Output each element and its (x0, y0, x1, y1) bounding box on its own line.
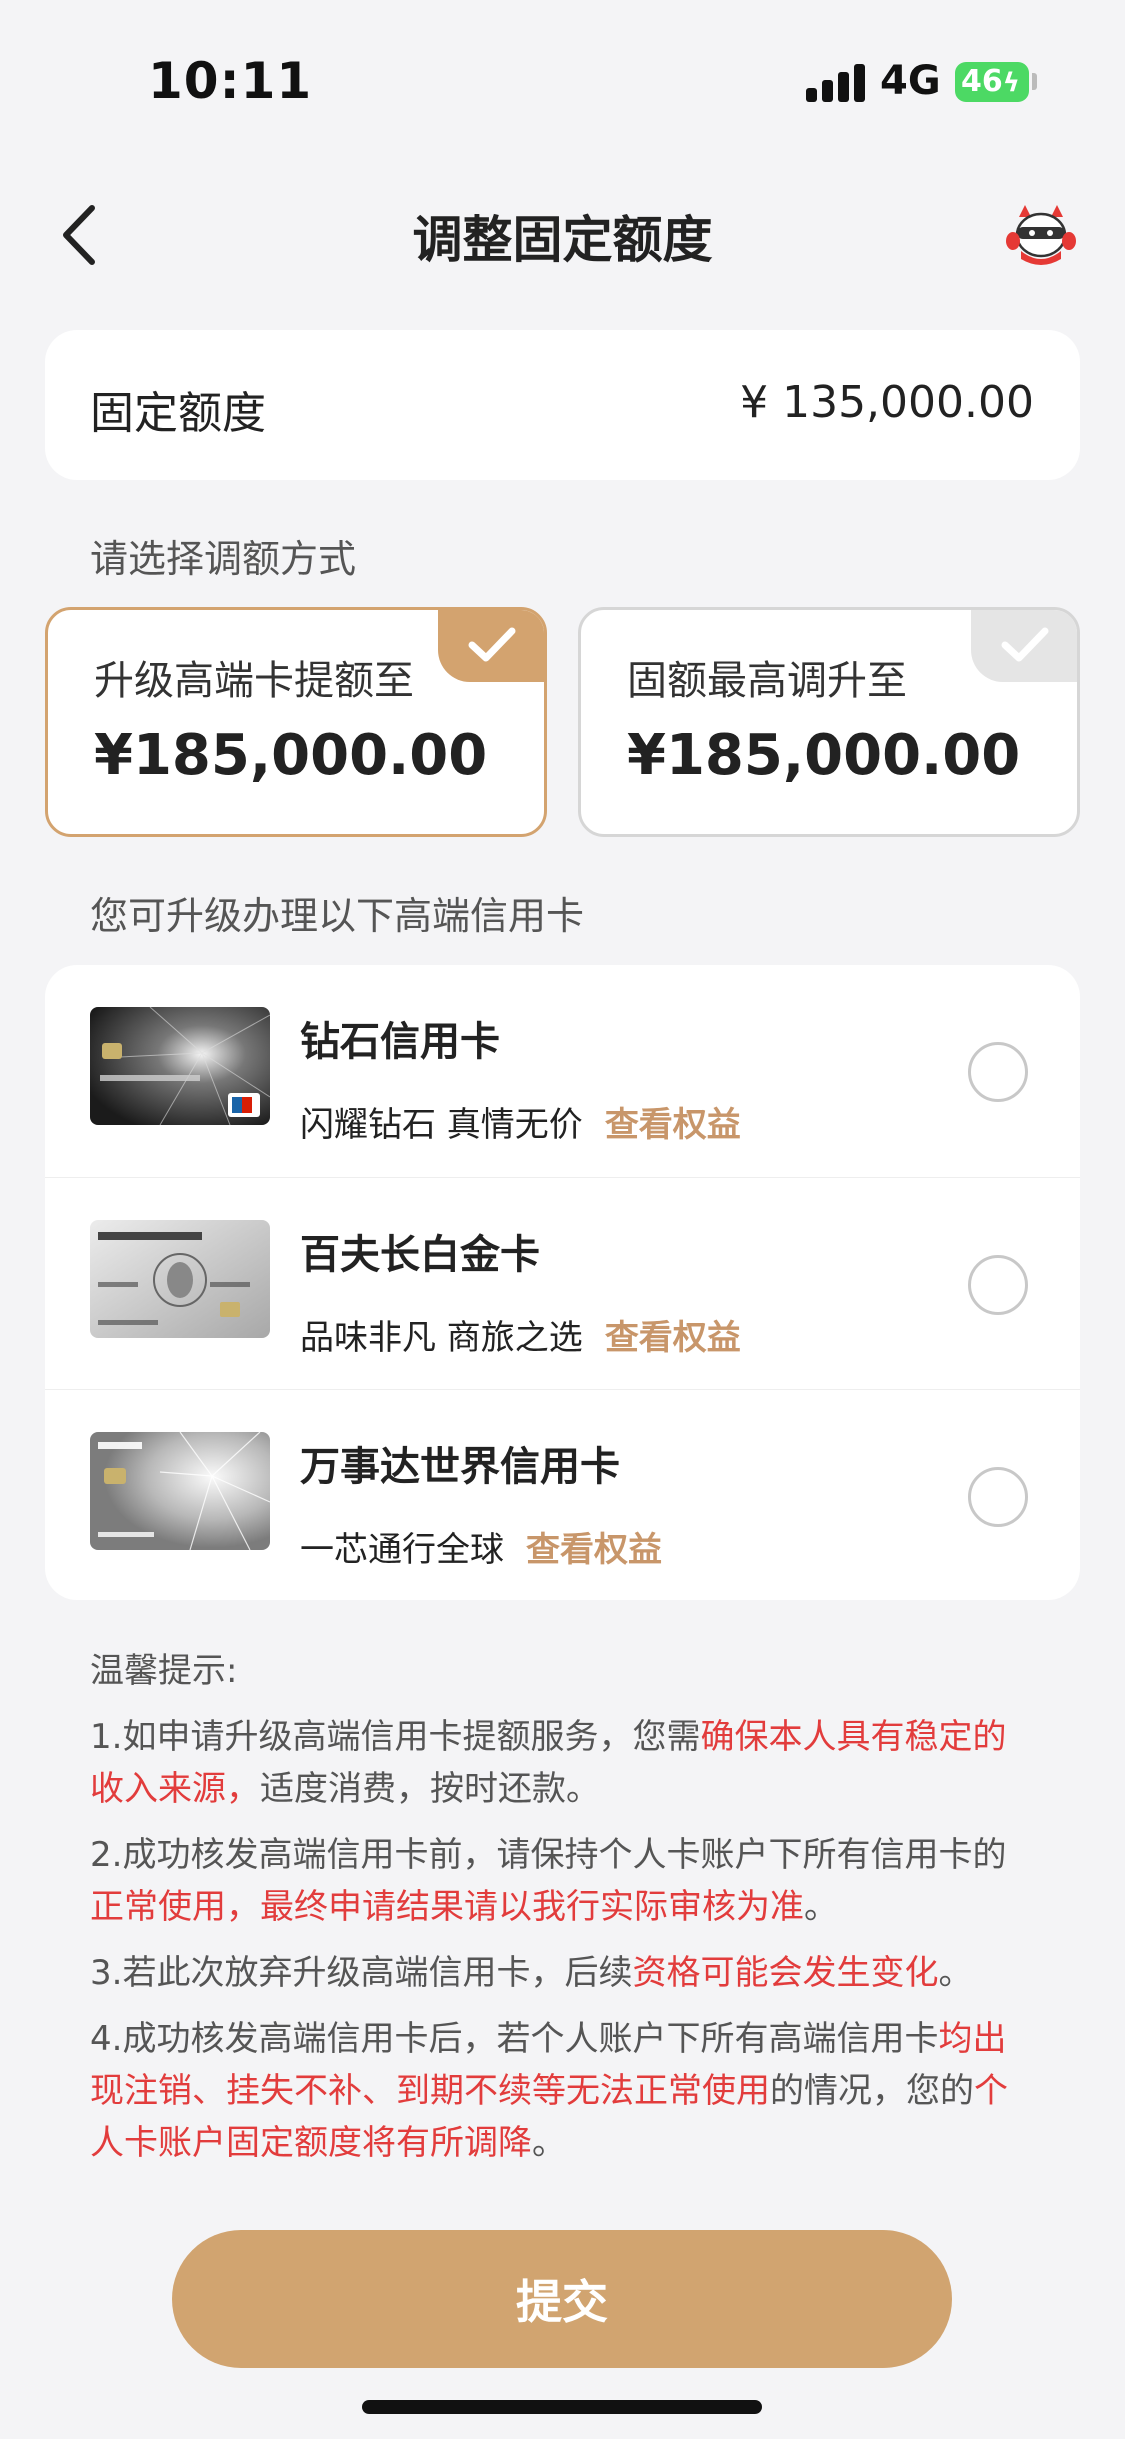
page: 10:11 4G 46ϟ 调整固定额度 固定额度 ¥ 135,000.00 请选… (0, 0, 1125, 2439)
view-benefits-link[interactable]: 查看权益 (605, 1105, 741, 1145)
tips: 温馨提示: 1.如申请升级高端信用卡提额服务，您需确保本人具有稳定的收入来源，适… (90, 1645, 1035, 2183)
card-slogan: 闪耀钻石 真情无价 (300, 1105, 583, 1145)
view-benefits-link[interactable]: 查看权益 (605, 1318, 741, 1358)
check-icon (1001, 627, 1049, 662)
option-value: ¥185,000.00 (627, 723, 1021, 788)
card-slogan: 一芯通行全球 (300, 1530, 504, 1570)
check-icon (468, 627, 516, 662)
tip-text: 3.若此次放弃升级高端信用卡，后续 (90, 1953, 633, 1993)
chevron-left-icon (63, 205, 95, 265)
tip-text: 。 (532, 2123, 566, 2163)
option-upgrade-card[interactable]: 升级高端卡提额至 ¥185,000.00 (45, 607, 547, 837)
tip-text: 适度消费，按时还款。 (260, 1769, 600, 1809)
battery-icon: 46ϟ (955, 62, 1029, 102)
fixed-limit-value: ¥ 135,000.00 (740, 377, 1034, 428)
mascot-icon[interactable] (1005, 203, 1077, 269)
card-radio[interactable] (968, 1255, 1028, 1315)
tip-item: 4.成功核发高端信用卡后，若个人账户下所有高端信用卡均出现注销、挂失不补、到期不… (90, 2013, 1035, 2169)
card-desc: 一芯通行全球 查看权益 (300, 1522, 662, 1571)
card-name: 万事达世界信用卡 (300, 1444, 620, 1490)
signal-icon (806, 64, 866, 102)
tip-text: 1.如申请升级高端信用卡提额服务，您需 (90, 1717, 701, 1757)
view-benefits-link[interactable]: 查看权益 (526, 1530, 662, 1570)
status-time: 10:11 (148, 52, 313, 110)
option-label: 升级高端卡提额至 (94, 658, 414, 704)
fixed-limit-label: 固定额度 (90, 388, 266, 439)
tip-text: 4.成功核发高端信用卡后，若个人账户下所有高端信用卡 (90, 2019, 939, 2059)
card-name: 百夫长白金卡 (300, 1232, 540, 1278)
card-list-label: 您可升级办理以下高端信用卡 (90, 894, 585, 938)
amex-card-image (90, 1220, 270, 1338)
option-value: ¥185,000.00 (94, 723, 488, 788)
battery-tip (1032, 73, 1037, 90)
page-title: 调整固定额度 (412, 211, 713, 269)
tip-text: 2.成功核发高端信用卡前，请保持个人卡账户下所有信用卡的 (90, 1835, 1007, 1875)
tip-highlight: 正常使用，最终申请结果请以我行实际审核为准 (90, 1887, 804, 1927)
back-button[interactable] (50, 200, 110, 270)
diamond-card-image (90, 1007, 270, 1125)
tip-highlight: 资格可能会发生变化 (632, 1953, 939, 1993)
fixed-limit-card: 固定额度 ¥ 135,000.00 (45, 330, 1080, 480)
option-max-raise[interactable]: 固额最高调升至 ¥185,000.00 (578, 607, 1080, 837)
card-list: 钻石信用卡 闪耀钻石 真情无价 查看权益 百夫长白金卡 品味非凡 商旅之选 查看… (45, 965, 1080, 1600)
card-desc: 闪耀钻石 真情无价 查看权益 (300, 1097, 741, 1146)
tip-text: 的情况，您的 (770, 2071, 974, 2111)
card-desc: 品味非凡 商旅之选 查看权益 (300, 1310, 741, 1359)
battery-level: 46 (961, 64, 1003, 99)
network-type: 4G (880, 58, 941, 104)
tip-item: 2.成功核发高端信用卡前，请保持个人卡账户下所有信用卡的正常使用，最终申请结果请… (90, 1829, 1035, 1933)
selected-corner (438, 610, 544, 682)
home-indicator (362, 2400, 762, 2414)
world-card-image (90, 1432, 270, 1550)
tip-item: 1.如申请升级高端信用卡提额服务，您需确保本人具有稳定的收入来源，适度消费，按时… (90, 1711, 1035, 1815)
tips-title: 温馨提示: (90, 1651, 238, 1691)
option-label: 固额最高调升至 (627, 658, 907, 704)
submit-button[interactable]: 提交 (172, 2230, 952, 2368)
card-slogan: 品味非凡 商旅之选 (300, 1318, 583, 1358)
card-row-mastercard-world[interactable]: 万事达世界信用卡 一芯通行全球 查看权益 (45, 1389, 1080, 1600)
card-name: 钻石信用卡 (300, 1019, 500, 1065)
card-radio[interactable] (968, 1042, 1028, 1102)
tip-item: 3.若此次放弃升级高端信用卡，后续资格可能会发生变化。 (90, 1947, 1035, 1999)
card-row-diamond[interactable]: 钻石信用卡 闪耀钻石 真情无价 查看权益 (45, 965, 1080, 1177)
card-row-centurion[interactable]: 百夫长白金卡 品味非凡 商旅之选 查看权益 (45, 1177, 1080, 1389)
unselected-corner (971, 610, 1077, 682)
card-radio[interactable] (968, 1467, 1028, 1527)
adjust-method-label: 请选择调额方式 (90, 537, 357, 581)
status-bar: 10:11 4G 46ϟ (0, 0, 1125, 160)
tip-text: 。 (938, 1953, 973, 1993)
tip-text: 。 (804, 1887, 838, 1927)
